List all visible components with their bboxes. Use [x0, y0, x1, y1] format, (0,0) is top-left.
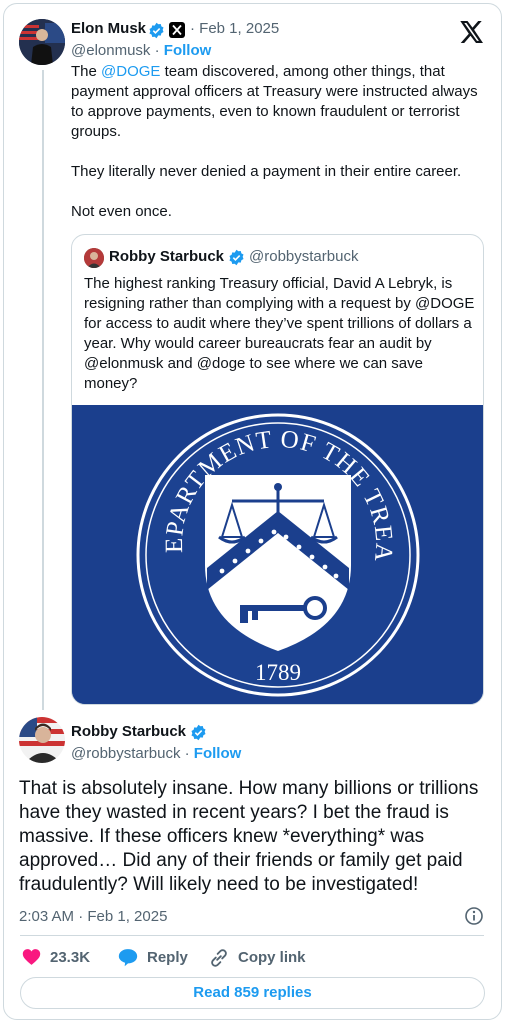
seal-year: 1789: [255, 660, 301, 685]
x-affiliation-icon: [169, 22, 185, 38]
post-paragraph-2: They literally never denied a payment in…: [71, 163, 462, 180]
mention-link[interactable]: @DOGE: [101, 63, 160, 80]
post-text-prefix: The: [71, 63, 102, 80]
handle-text[interactable]: @elonmusk: [71, 42, 150, 59]
author-name[interactable]: Elon Musk: [71, 20, 146, 37]
read-replies-button[interactable]: Read 859 replies: [20, 977, 485, 1009]
reply-author-name[interactable]: Robby Starbuck: [71, 723, 186, 740]
divider: [20, 935, 484, 936]
separator-dot: ·: [184, 745, 194, 762]
reply-text: That is absolutely insane. How many bill…: [19, 778, 479, 895]
reply-bubble-icon[interactable]: [118, 948, 138, 972]
post-text: The @DOGE team discovered, among other t…: [71, 62, 481, 142]
reply-avatar[interactable]: [19, 717, 65, 763]
reply-handle-text[interactable]: @robbystarbuck: [71, 745, 180, 762]
treasury-seal-image[interactable]: THE DEPARTMENT OF THE TREASURY 1789: [72, 384, 483, 704]
follow-button[interactable]: Follow: [164, 42, 212, 59]
like-icon[interactable]: [22, 948, 41, 971]
reply-timestamp[interactable]: 2:03 AM · Feb 1, 2025: [19, 908, 167, 925]
quote-author-name[interactable]: Robby Starbuck: [109, 248, 224, 265]
author-handle[interactable]: @elonmusk · Follow: [71, 42, 211, 59]
verified-badge-icon: [148, 22, 165, 44]
info-icon[interactable]: [464, 906, 484, 931]
quote-author-handle[interactable]: @robbystarbuck: [249, 248, 358, 265]
reply-author-handle[interactable]: @robbystarbuck · Follow: [71, 745, 241, 762]
quoted-post[interactable]: Robby Starbuck @robbystarbuck The highes…: [71, 234, 484, 705]
quote-text: The highest ranking Treasury official, D…: [84, 275, 475, 392]
copy-link-button[interactable]: Copy link: [238, 949, 306, 966]
reply-button-label[interactable]: Reply: [147, 949, 188, 966]
verified-badge-icon: [190, 724, 207, 746]
reply-follow-button[interactable]: Follow: [194, 745, 242, 762]
thread-line: [42, 70, 44, 710]
avatar[interactable]: [19, 19, 65, 65]
post-date[interactable]: · Feb 1, 2025: [190, 20, 279, 37]
post-paragraph-3: Not even once.: [71, 203, 172, 220]
x-logo-icon[interactable]: [460, 21, 484, 48]
quote-avatar[interactable]: [84, 248, 104, 268]
verified-badge-icon: [228, 249, 245, 271]
like-count[interactable]: 23.3K: [50, 949, 90, 966]
separator-dot: ·: [154, 42, 164, 59]
link-icon[interactable]: [208, 947, 230, 974]
